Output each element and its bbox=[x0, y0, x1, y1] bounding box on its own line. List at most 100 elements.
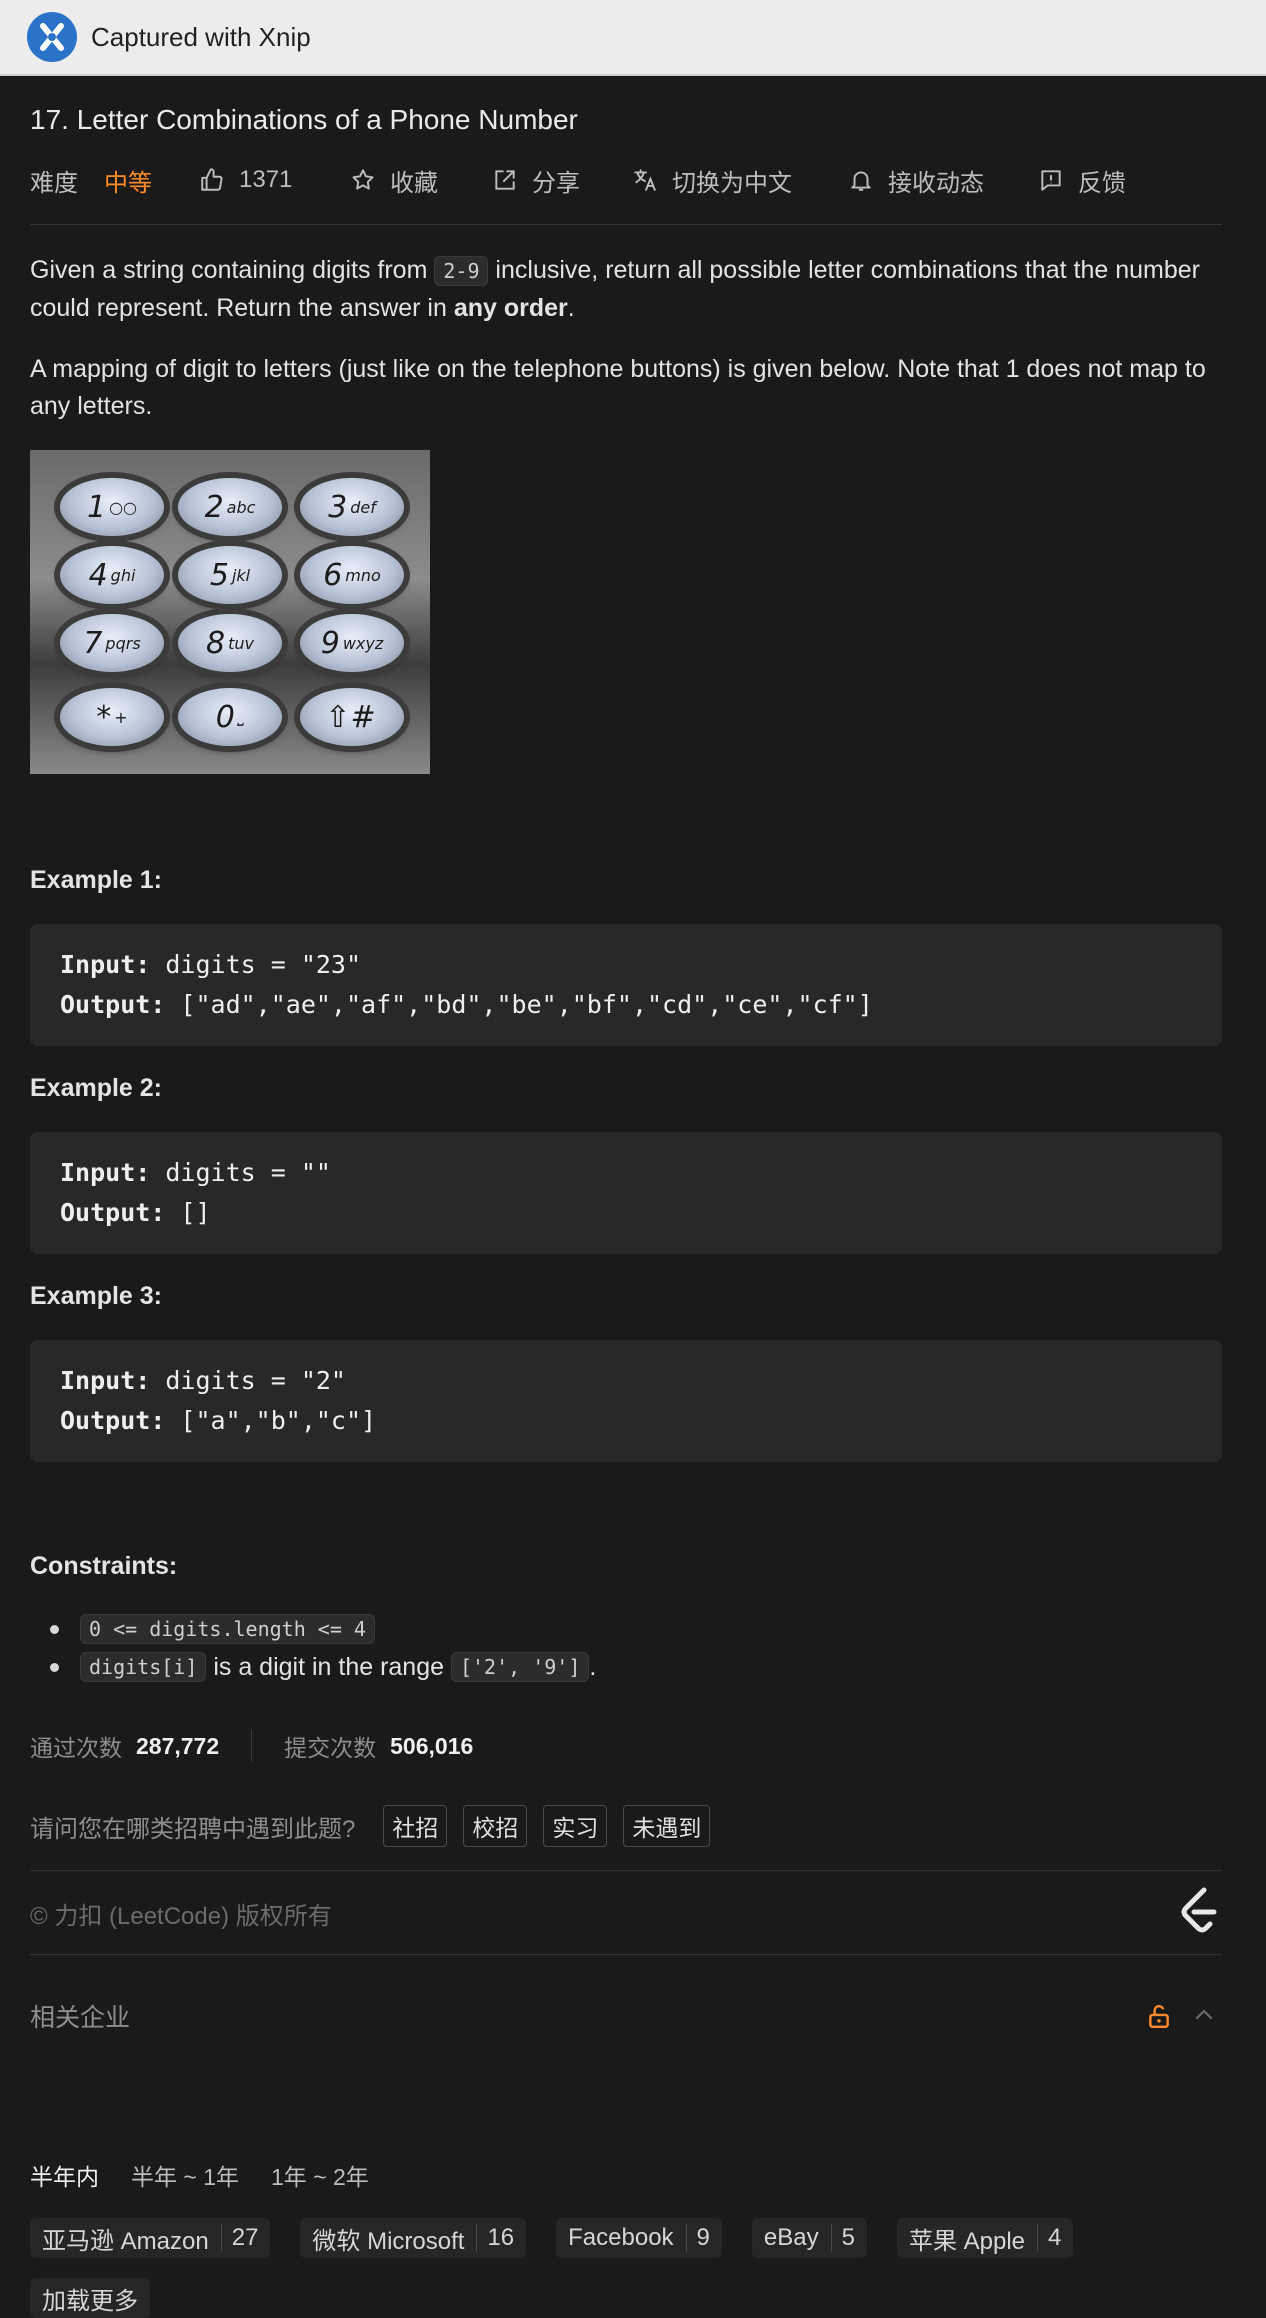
survey-option-intern[interactable]: 实习 bbox=[543, 1805, 608, 1847]
key-digit: 7 bbox=[83, 625, 103, 661]
company-name: 亚马逊 Amazon bbox=[42, 2227, 209, 2255]
keypad-key: 3 def bbox=[300, 478, 404, 536]
keypad-key: 4 ghi bbox=[60, 546, 164, 604]
key-digit: 9 bbox=[320, 625, 340, 661]
submission-stats: 通过次数 287,772 提交次数 506,016 bbox=[30, 1726, 473, 1766]
keypad-key: 1 ○○ bbox=[60, 478, 164, 536]
key-letters: mno bbox=[345, 565, 381, 585]
output-value: ["a","b","c"] bbox=[165, 1406, 377, 1435]
output-label: Output: bbox=[60, 990, 166, 1019]
company-tag-amazon[interactable]: 亚马逊 Amazon 27 bbox=[30, 2218, 271, 2258]
difficulty-value: 中等 bbox=[104, 169, 152, 197]
constraint-item: digits[i] is a digit in the range ['2', … bbox=[50, 1652, 597, 1682]
switch-language-button[interactable]: 切换为中文 bbox=[632, 162, 792, 198]
company-tag-facebook[interactable]: Facebook 9 bbox=[556, 2218, 722, 2258]
unlock-icon[interactable] bbox=[1146, 2003, 1172, 2029]
company-count: 5 bbox=[830, 2224, 855, 2252]
input-value: digits = "23" bbox=[150, 950, 362, 979]
constraint-item: 0 <= digits.length <= 4 bbox=[50, 1614, 375, 1644]
difficulty-label: 难度 bbox=[30, 169, 78, 197]
tab-half-to-one-year[interactable]: 半年 ~ 1年 bbox=[131, 2158, 239, 2192]
key-letters: pqrs bbox=[105, 633, 141, 653]
key-letters: jkl bbox=[231, 565, 251, 585]
company-name: Facebook bbox=[568, 2224, 674, 2251]
inline-code: 2-9 bbox=[434, 256, 489, 286]
input-label: Input: bbox=[60, 1366, 151, 1395]
example-3-input: Input: digits = "2" bbox=[60, 1361, 1192, 1401]
example-1-code: Input: digits = "23" Output: ["ad","ae",… bbox=[30, 924, 1222, 1046]
example-1-output: Output: ["ad","ae","af","bd","be","bf","… bbox=[60, 985, 1192, 1025]
like-button[interactable]: 1371 bbox=[199, 162, 292, 198]
capture-title-bar: Captured with Xnip bbox=[0, 0, 1266, 76]
divider bbox=[251, 1730, 253, 1762]
company-name: 微软 Microsoft bbox=[312, 2227, 465, 2255]
output-label: Output: bbox=[60, 1198, 166, 1227]
key-letters: abc bbox=[226, 497, 256, 517]
favorite-button[interactable]: 收藏 bbox=[350, 162, 438, 198]
feedback-icon bbox=[1041, 170, 1061, 191]
like-count: 1371 bbox=[239, 166, 293, 193]
input-value: digits = "" bbox=[150, 1158, 331, 1187]
example-1-heading: Example 1: bbox=[30, 866, 163, 894]
company-tag-microsoft[interactable]: 微软 Microsoft 16 bbox=[300, 2218, 527, 2258]
share-icon bbox=[495, 170, 515, 190]
key-digit: 2 bbox=[204, 489, 224, 525]
subscribe-button[interactable]: 接收动态 bbox=[848, 162, 984, 198]
related-companies-title: 相关企业 bbox=[30, 2004, 131, 2032]
bullet bbox=[50, 1662, 59, 1672]
example-2-code: Input: digits = "" Output: [] bbox=[30, 1132, 1222, 1254]
divider bbox=[30, 1954, 1222, 1955]
favorite-label: 收藏 bbox=[390, 169, 438, 197]
constraint-text: . bbox=[589, 1652, 597, 1681]
share-label: 分享 bbox=[532, 169, 580, 197]
feedback-button[interactable]: 反馈 bbox=[1038, 162, 1126, 198]
key-digit: 5 bbox=[209, 557, 229, 593]
inline-code: 0 <= digits.length <= 4 bbox=[80, 1614, 375, 1644]
bell-icon bbox=[851, 171, 871, 191]
chevron-up-icon[interactable] bbox=[1192, 2003, 1216, 2027]
company-tags: 亚马逊 Amazon 27 微软 Microsoft 16 Facebook 9 eB… bbox=[30, 2218, 1222, 2278]
bold-text: any order bbox=[453, 294, 568, 322]
problem-title: 17. Letter Combinations of a Phone Numbe… bbox=[30, 104, 578, 135]
description-text: . bbox=[567, 294, 575, 322]
example-3-heading: Example 3: bbox=[30, 1282, 163, 1310]
tab-half-year[interactable]: 半年内 bbox=[30, 2158, 99, 2192]
output-value: ["ad","ae","af","bd","be","bf","cd","ce"… bbox=[165, 990, 873, 1019]
keypad-key: * + bbox=[60, 688, 164, 746]
company-tag-apple[interactable]: 苹果 Apple 4 bbox=[896, 2218, 1074, 2258]
share-button[interactable]: 分享 bbox=[492, 162, 580, 198]
phone-keypad-image: 1 ○○ 2 abc 3 def 4 ghi 5 jkl 6 mno 7 pqrs 8 tuv 9 wxyz * +0… bbox=[30, 450, 430, 774]
survey-option-never[interactable]: 未遇到 bbox=[623, 1805, 711, 1847]
example-3-output: Output: ["a","b","c"] bbox=[60, 1401, 1192, 1441]
output-value: [] bbox=[165, 1198, 211, 1227]
submissions-count: 506,016 bbox=[390, 1732, 474, 1759]
submissions-label: 提交次数 bbox=[284, 1735, 377, 1761]
company-tag-ebay[interactable]: eBay 5 bbox=[751, 2218, 867, 2258]
key-digit: 4 bbox=[88, 557, 108, 593]
output-label: Output: bbox=[60, 1406, 166, 1435]
key-letters: ⎵ bbox=[237, 707, 245, 726]
key-digit: 6 bbox=[323, 557, 343, 593]
key-letters: def bbox=[350, 497, 376, 517]
survey-option-social[interactable]: 社招 bbox=[383, 1805, 448, 1847]
example-2-input: Input: digits = "" bbox=[60, 1153, 1192, 1193]
accepted-count: 287,772 bbox=[136, 1732, 220, 1759]
keypad-key: 7 pqrs bbox=[60, 614, 164, 672]
example-1-input: Input: digits = "23" bbox=[60, 945, 1192, 985]
load-more-button[interactable]: 加载更多 bbox=[30, 2278, 150, 2318]
key-digit: 8 bbox=[206, 625, 226, 661]
company-name: eBay bbox=[763, 2224, 819, 2251]
input-label: Input: bbox=[60, 950, 151, 979]
key-digit: 1 bbox=[86, 489, 107, 525]
key-digit: 0 bbox=[215, 699, 235, 735]
keypad-key: 2 abc bbox=[178, 478, 282, 536]
bullet bbox=[50, 1624, 59, 1634]
window-title: Captured with Xnip bbox=[91, 21, 311, 52]
mapping-paragraph: A mapping of digit to letters (just like… bbox=[30, 355, 1206, 420]
leetcode-logo-icon[interactable] bbox=[1174, 1884, 1222, 1936]
xnip-logo-icon bbox=[27, 12, 77, 62]
tab-one-to-two-years[interactable]: 1年 ~ 2年 bbox=[271, 2158, 369, 2192]
key-letters: ○○ bbox=[109, 497, 137, 517]
survey-option-campus[interactable]: 校招 bbox=[463, 1805, 528, 1847]
thumbs-up-icon bbox=[201, 168, 223, 191]
